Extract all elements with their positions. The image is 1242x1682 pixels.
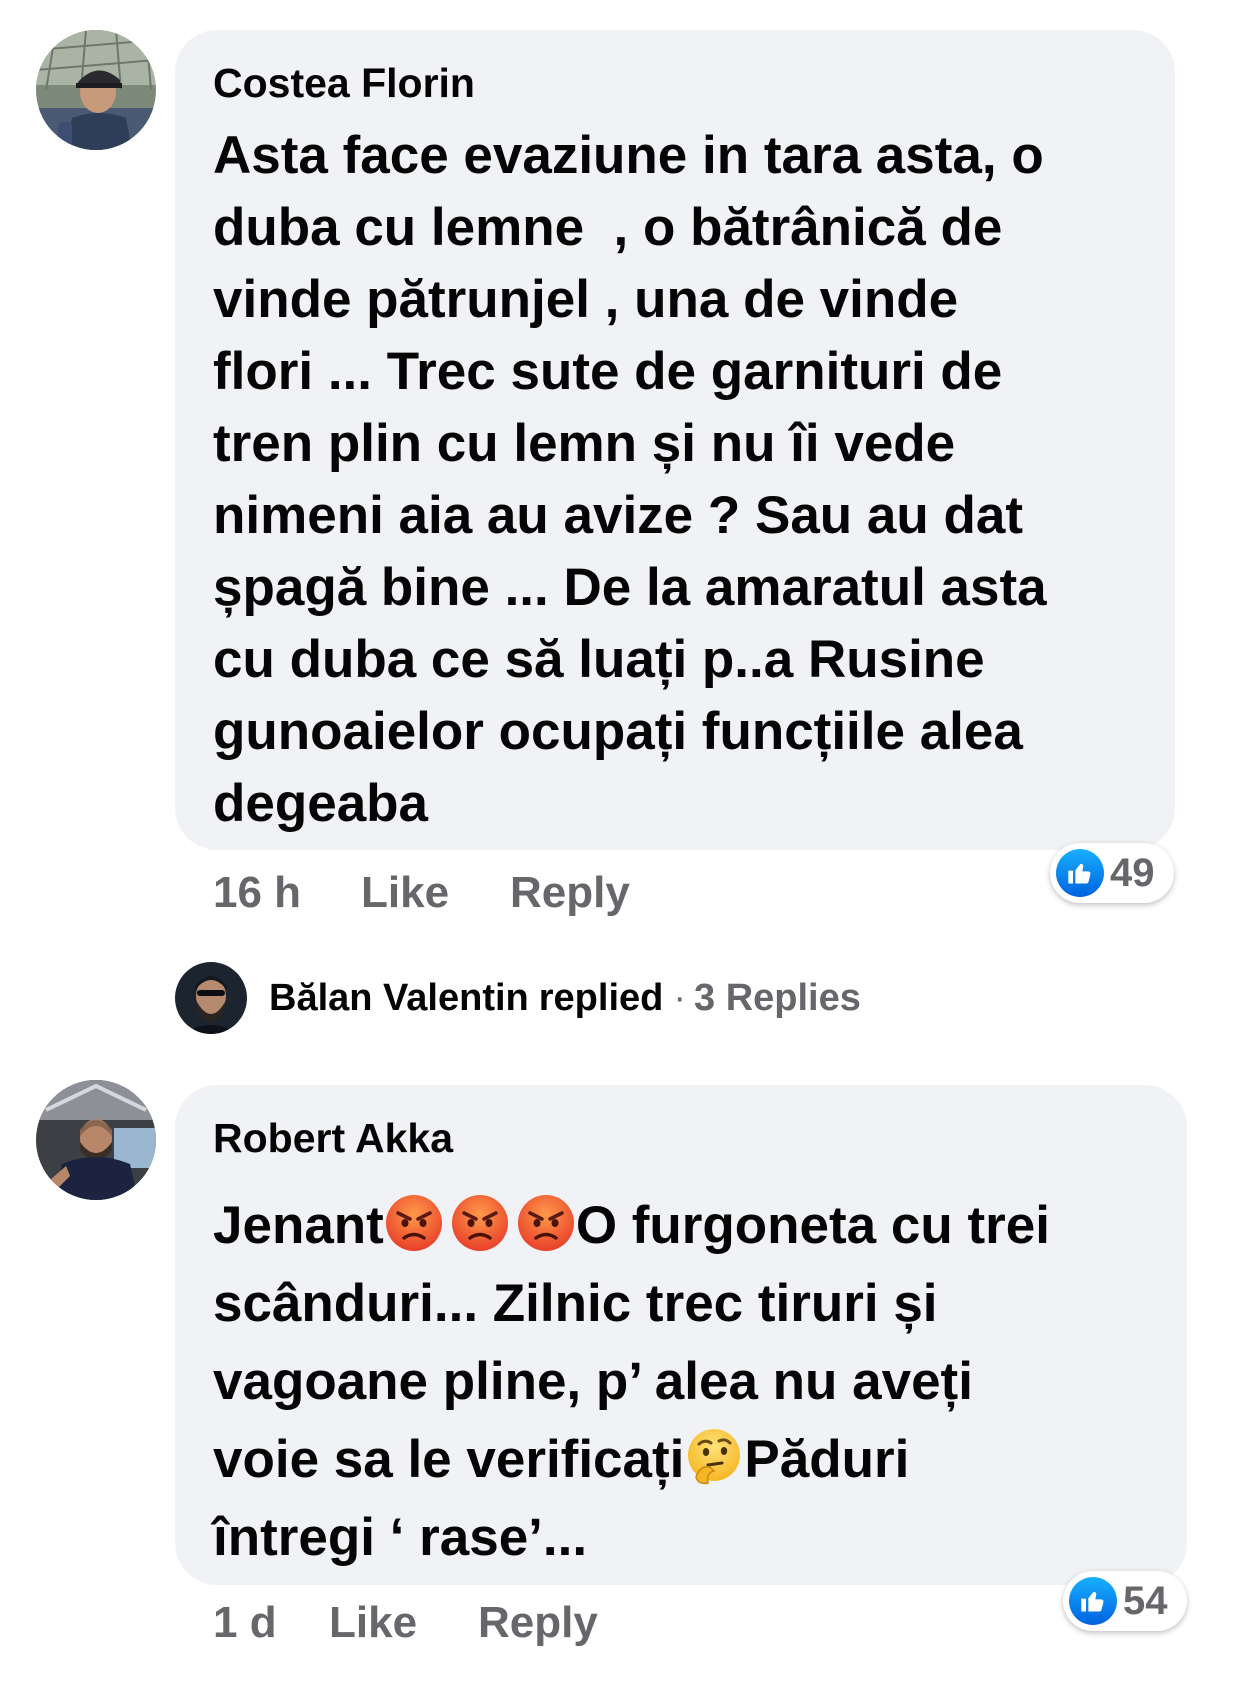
comment-author[interactable]: Robert Akka [213, 1115, 453, 1162]
comment-bubble-1: Costea Florin Asta face evaziune in tara… [175, 30, 1175, 850]
reaction-count: 54 [1123, 1578, 1168, 1623]
angry-face-icon [384, 1193, 444, 1253]
like-icon [1069, 1577, 1117, 1625]
profile-photo-icon [175, 962, 247, 1034]
comment-text: Asta face evaziune in tara asta, o duba … [213, 120, 1047, 840]
comment-line: cu duba ce să luați p..a Rusine [213, 630, 985, 689]
comment-author[interactable]: Costea Florin [213, 60, 475, 107]
avatar-robert-akka[interactable] [36, 1080, 156, 1200]
comment-text: Jenant O furgoneta cu trei scânduri... Zi… [213, 1187, 1050, 1577]
comment-line: gunoaielor ocupați funcțiile alea [213, 702, 1023, 761]
angry-face-icon [450, 1193, 510, 1253]
comment-text-segment: Jenant [213, 1196, 384, 1255]
comment-line: voie sa le verificați Păduri [213, 1421, 1050, 1499]
separator-dot: · [673, 976, 687, 1019]
angry-face-icon [516, 1193, 576, 1253]
replier-name[interactable]: Bălan Valentin [269, 977, 529, 1020]
reply-button[interactable]: Reply [510, 868, 630, 918]
comment-line: duba cu lemne , o bătrânică de [213, 198, 1003, 257]
avatar-balan-valentin [175, 962, 247, 1034]
comment-line: întregi ‘ rase’... [213, 1508, 588, 1567]
comment-text-segment: O furgoneta cu trei [575, 1196, 1050, 1255]
comment-line: vinde pătrunjel , una de vinde [213, 270, 959, 329]
comment-line: vagoane pline, p’ alea nu aveți [213, 1352, 973, 1411]
comment-text-segment: voie sa le verificați [213, 1430, 685, 1489]
like-icon [1056, 849, 1104, 897]
reaction-summary-2[interactable]: 54 [1063, 1571, 1187, 1631]
replies-count[interactable]: 3 Replies [694, 977, 861, 1020]
comment-bubble-2: Robert Akka Jenant O furgoneta cu trei sc… [175, 1085, 1187, 1585]
like-button[interactable]: Like [361, 868, 449, 918]
comment-line: degeaba [213, 774, 429, 833]
reaction-count: 49 [1110, 850, 1155, 895]
comment-timestamp[interactable]: 16 h [213, 868, 301, 918]
profile-photo-icon [36, 1080, 156, 1200]
profile-photo-icon [36, 30, 156, 150]
replied-label: replied [538, 976, 664, 1019]
comment-line: șpagă bine ... De la amaratul asta [213, 558, 1047, 617]
comment-line: Asta face evaziune in tara asta, o [213, 126, 1044, 185]
view-replies-link[interactable]: Bălan Valentin replied · 3 Replies [175, 962, 861, 1034]
like-button[interactable]: Like [329, 1598, 417, 1648]
comment-timestamp[interactable]: 1 d [213, 1598, 277, 1648]
comment-line: flori ... Trec sute de garnituri de [213, 342, 1003, 401]
avatar-costea-florin[interactable] [36, 30, 156, 150]
comment-line: Jenant O furgoneta cu trei [213, 1187, 1050, 1265]
comment-line: tren plin cu lemn și nu îi vede [213, 414, 956, 473]
comment-text-segment: Păduri [744, 1430, 910, 1489]
reaction-summary-1[interactable]: 49 [1050, 843, 1174, 903]
reply-button[interactable]: Reply [478, 1598, 598, 1648]
comment-line: scânduri... Zilnic trec tiruri și [213, 1274, 938, 1333]
comment-line: nimeni aia au avize ? Sau au dat [213, 486, 1023, 545]
thinking-face-icon [684, 1427, 744, 1487]
